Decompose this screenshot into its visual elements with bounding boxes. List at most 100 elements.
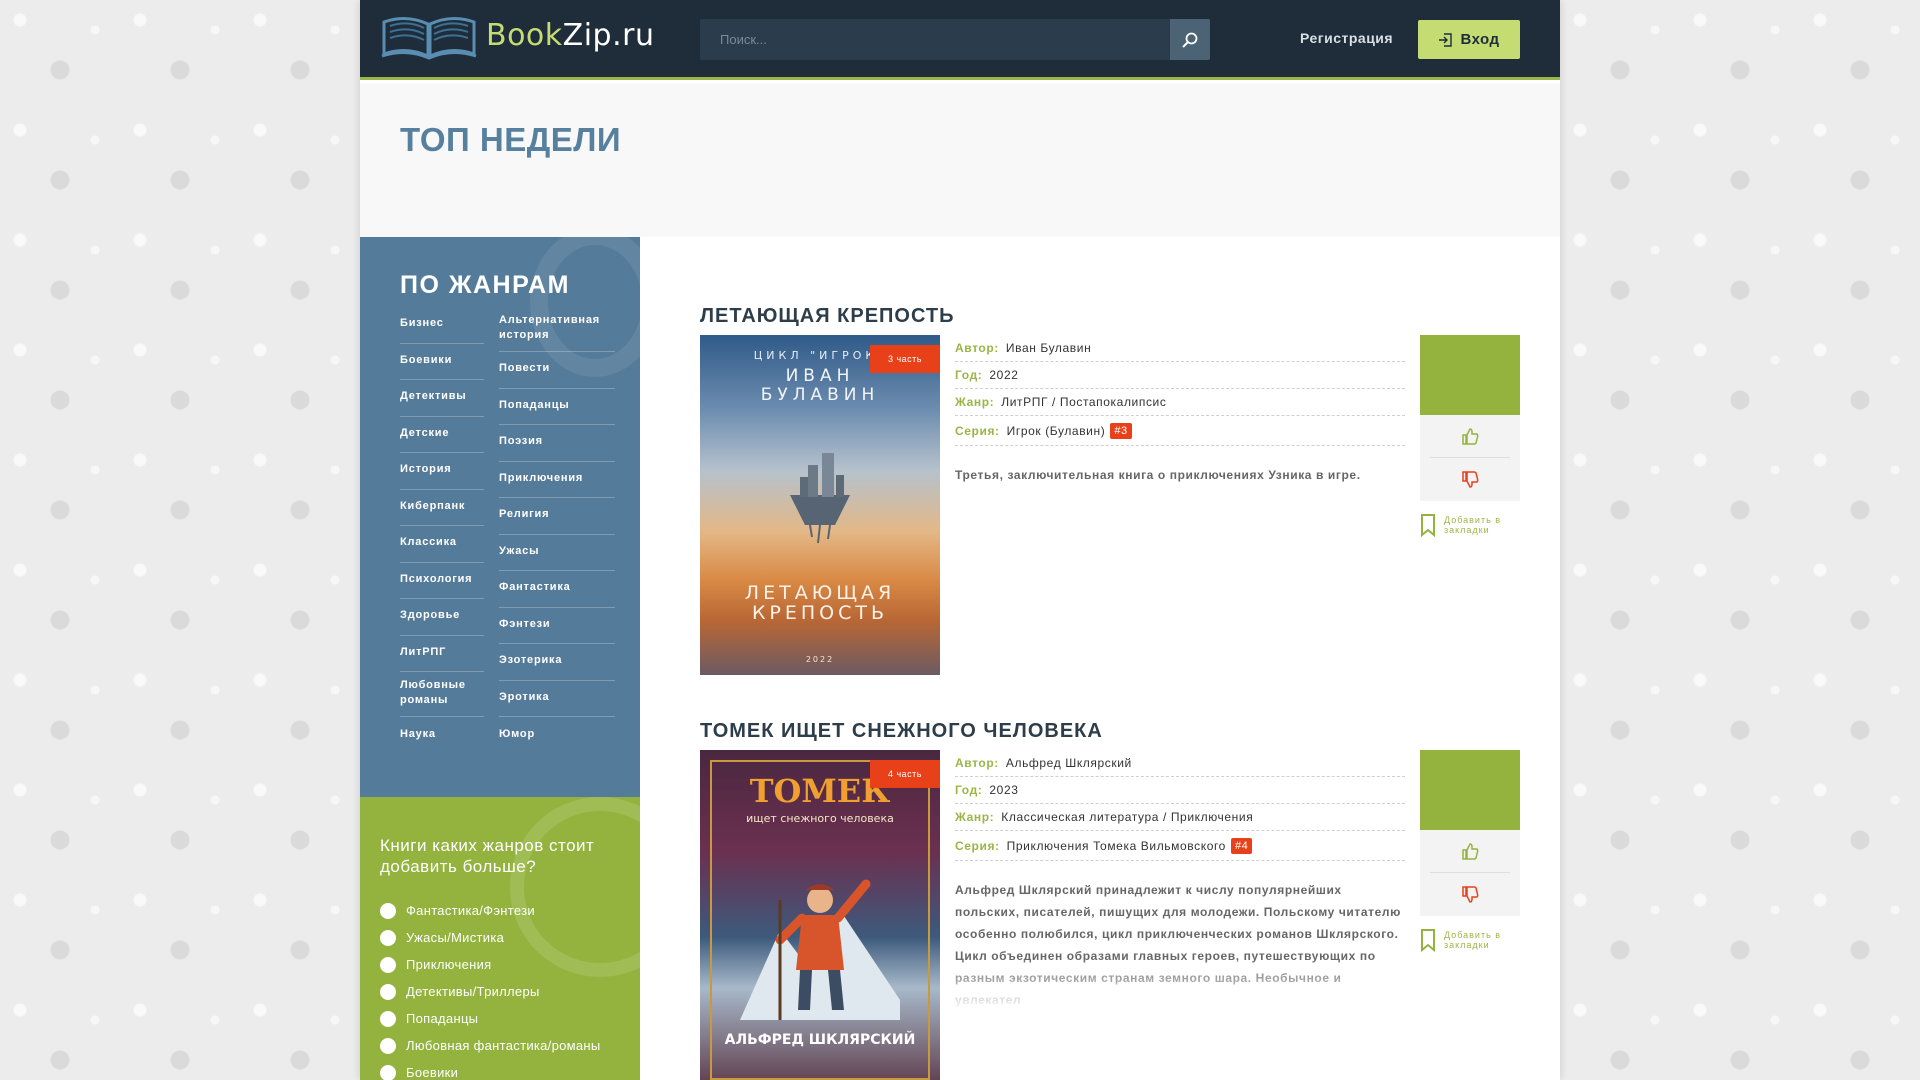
add-bookmark-button[interactable]: Добавить в закладки xyxy=(1420,928,1520,952)
genre-link[interactable]: Классическая литература / Приключения xyxy=(1001,810,1253,824)
adventurer-illustration xyxy=(740,879,900,1020)
radio-button[interactable] xyxy=(380,1064,396,1080)
thumbs-up-icon xyxy=(1462,843,1479,860)
login-button[interactable]: Вход xyxy=(1418,20,1520,59)
poll-option-label: Боевики xyxy=(406,1065,459,1080)
author-label: Автор: xyxy=(955,756,999,770)
thumbs-up-icon xyxy=(1462,428,1479,445)
poll-option[interactable]: Детективы/Триллеры xyxy=(380,978,601,1005)
search-icon xyxy=(1182,32,1198,48)
genres-column-1: Бизнес Боевики Детективы Детские История… xyxy=(400,307,484,754)
dislike-button[interactable] xyxy=(1420,458,1520,501)
author-row: Автор: Альфред Шклярский xyxy=(955,750,1405,777)
page: BookZip.ru Регистрация Вход ТОП НЕДЕЛИ xyxy=(360,0,1560,1080)
genres-sidebar: ПО ЖАНРАМ Бизнес Боевики Детективы Детск… xyxy=(360,237,640,797)
series-link[interactable]: Приключения Томека Вильмовского xyxy=(1007,839,1226,853)
poll-option[interactable]: Попаданцы xyxy=(380,1005,601,1032)
series-link[interactable]: Игрок (Булавин) xyxy=(1007,424,1106,438)
poll-option[interactable]: Любовная фантастика/романы xyxy=(380,1032,601,1059)
search-button[interactable] xyxy=(1170,19,1210,60)
year-value: 2022 xyxy=(989,368,1019,382)
genre-link[interactable]: Фэнтези xyxy=(499,608,615,644)
genre-link[interactable]: Фантастика xyxy=(499,571,615,608)
book-list: ЛЕТАЮЩАЯ КРЕПОСТЬ ЦИКЛ "ИГРОК" ИВАН БУЛА… xyxy=(640,237,1560,1080)
poll-option[interactable]: Приключения xyxy=(380,951,601,978)
genre-link[interactable]: Здоровье xyxy=(400,599,484,636)
login-icon xyxy=(1439,32,1453,47)
dislike-button[interactable] xyxy=(1420,873,1520,916)
genre-link[interactable]: ЛитРПГ / Постапокалипсис xyxy=(1001,395,1166,409)
genre-link[interactable]: Наука xyxy=(400,717,484,754)
series-number-badge: #4 xyxy=(1230,837,1253,854)
series-row: Серия: Игрок (Булавин) #3 xyxy=(955,416,1405,446)
genre-link[interactable]: Детские xyxy=(400,417,484,453)
genre-link[interactable]: Киберпанк xyxy=(400,490,484,526)
floating-fortress-image xyxy=(790,453,850,544)
genre-link[interactable]: Эзотерика xyxy=(499,644,615,681)
author-link[interactable]: Иван Булавин xyxy=(1006,341,1091,355)
thumbs-down-icon xyxy=(1462,885,1479,903)
radio-button[interactable] xyxy=(380,929,396,946)
rating-panel xyxy=(1420,750,1520,830)
radio-button[interactable] xyxy=(380,902,396,919)
cover-year-text: 2022 xyxy=(805,655,835,664)
poll-option-label: Попаданцы xyxy=(406,1011,479,1026)
poll-option-label: Ужасы/Мистика xyxy=(406,930,505,945)
genre-link[interactable]: Юмор xyxy=(499,717,615,754)
genre-link[interactable]: Религия xyxy=(499,498,615,535)
poll-option[interactable]: Боевики xyxy=(380,1059,601,1080)
genre-link[interactable]: Повести xyxy=(499,352,615,389)
like-button[interactable] xyxy=(1430,415,1510,458)
cover-author-text: АЛЬФРЕД ШКЛЯРСКИЙ xyxy=(724,1032,916,1048)
bookmark-label: Добавить в закладки xyxy=(1444,930,1502,950)
book-cover[interactable]: ЦИКЛ "ИГРОК" ИВАН БУЛАВИН ЛЕТАЮЩАЯ КРЕПО… xyxy=(700,335,940,675)
vote-actions xyxy=(1420,830,1520,916)
genre-link[interactable]: Приключения xyxy=(499,462,615,498)
top-week-banner: ТОП НЕДЕЛИ xyxy=(360,83,1560,237)
poll-option[interactable]: Фантастика/Фэнтези xyxy=(380,897,601,924)
radio-button[interactable] xyxy=(380,1037,396,1054)
like-button[interactable] xyxy=(1430,830,1510,873)
genre-link[interactable]: Ужасы xyxy=(499,535,615,571)
search-input[interactable] xyxy=(700,19,1170,60)
genre-link[interactable]: Альтернативная история xyxy=(499,307,615,352)
book-title[interactable]: ЛЕТАЮЩАЯ КРЕПОСТЬ xyxy=(700,305,955,328)
year-label: Год: xyxy=(955,368,983,382)
cover-title-text: ЛЕТАЮЩАЯ КРЕПОСТЬ xyxy=(744,582,896,624)
genre-link[interactable]: Бизнес xyxy=(400,307,484,344)
author-label: Автор: xyxy=(955,341,999,355)
poll-option-label: Детективы/Триллеры xyxy=(406,984,540,999)
register-link[interactable]: Регистрация xyxy=(1300,30,1393,46)
genre-link[interactable]: История xyxy=(400,453,484,490)
open-book-icon xyxy=(381,17,477,60)
site-header: BookZip.ru Регистрация Вход xyxy=(360,0,1560,80)
genre-link[interactable]: Поэзия xyxy=(499,425,615,462)
genre-row: Жанр: ЛитРПГ / Постапокалипсис xyxy=(955,389,1405,416)
genre-label: Жанр: xyxy=(955,395,995,409)
radio-button[interactable] xyxy=(380,983,396,1000)
genre-link[interactable]: Любовные романы xyxy=(400,672,484,717)
vote-actions xyxy=(1420,415,1520,501)
radio-button[interactable] xyxy=(380,1010,396,1027)
add-bookmark-button[interactable]: Добавить в закладки xyxy=(1420,513,1520,537)
genre-link[interactable]: Боевики xyxy=(400,344,484,380)
bookmark-icon xyxy=(1421,929,1435,952)
poll-option[interactable]: Ужасы/Мистика xyxy=(380,924,601,951)
rating-box: Добавить в закладки xyxy=(1420,335,1520,537)
genre-link[interactable]: Классика xyxy=(400,526,484,563)
site-logo[interactable]: BookZip.ru xyxy=(380,10,655,60)
genre-link[interactable]: Попаданцы xyxy=(499,389,615,425)
genre-link[interactable]: Эротика xyxy=(499,681,615,717)
radio-button[interactable] xyxy=(380,956,396,973)
genre-link[interactable]: Психология xyxy=(400,563,484,599)
year-row: Год: 2023 xyxy=(955,777,1405,804)
series-number-badge: #3 xyxy=(1110,422,1132,439)
author-link[interactable]: Альфред Шклярский xyxy=(1006,756,1132,770)
book-title[interactable]: ТОМЕК ИЩЕТ СНЕЖНОГО ЧЕЛОВЕКА xyxy=(700,720,1103,743)
book-info: Автор: Иван Булавин Год: 2022 Жанр: ЛитРПГ … xyxy=(955,335,1405,486)
book-cover[interactable]: ТОМЕК ищет снежного человека АЛЬФРЕД ШКЛ… xyxy=(700,750,940,1080)
genre-link[interactable]: ЛитРПГ xyxy=(400,636,484,672)
genres-column-2: Альтернативная история Повести Попаданцы… xyxy=(499,307,615,754)
genre-poll: Книги каких жанров стоит добавить больше… xyxy=(360,797,640,1080)
genre-link[interactable]: Детективы xyxy=(400,380,484,417)
